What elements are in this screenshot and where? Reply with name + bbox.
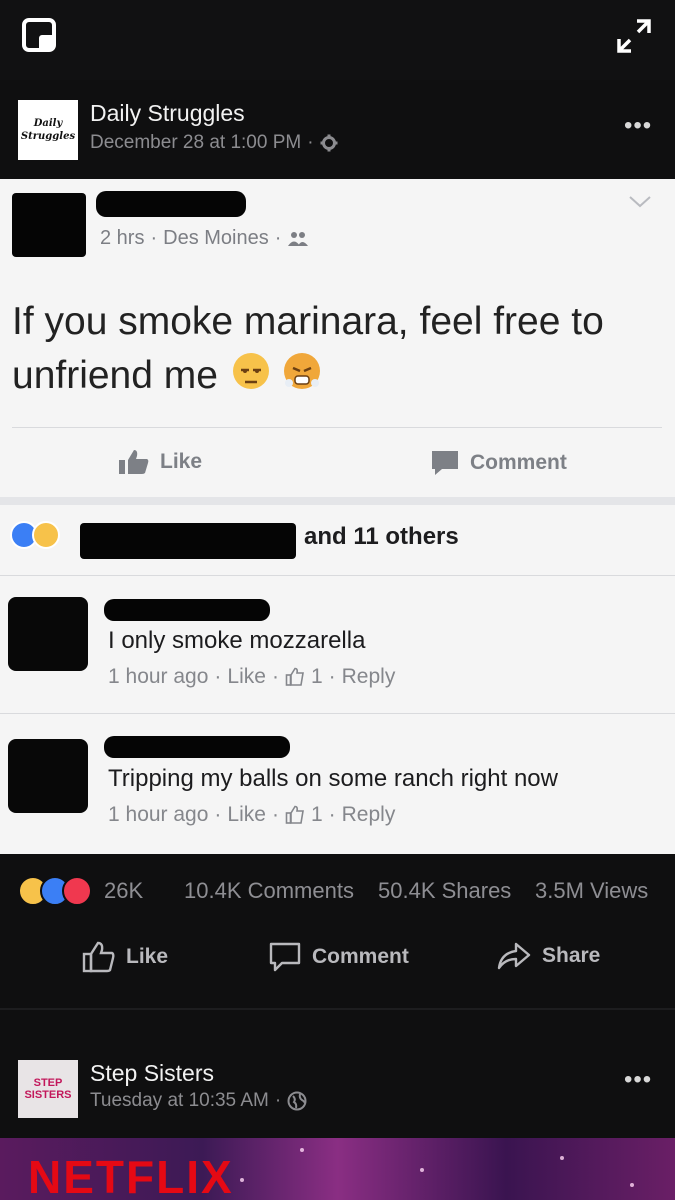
comment-reply-link: Reply <box>341 665 396 688</box>
unamused-emoji-icon <box>232 353 269 389</box>
inner-comment-button: Comment <box>430 449 567 477</box>
page-name[interactable]: Daily Struggles <box>90 100 245 127</box>
video-thumbnail[interactable]: NETFLIX <box>0 1138 675 1200</box>
divider <box>0 713 675 714</box>
reactions-others: and 11 others <box>304 523 459 550</box>
engagement-stats: 26K 10.4K Comments 50.4K Shares 3.5M Vie… <box>0 862 675 920</box>
page-name[interactable]: Step Sisters <box>90 1060 214 1087</box>
like-label: Like <box>126 945 169 968</box>
view-count: 3.5M Views <box>535 878 649 903</box>
meta-dot: · <box>150 227 158 249</box>
thumbs-up-icon <box>285 805 304 824</box>
inner-like-label: Like <box>160 450 203 473</box>
thumbs-up-icon <box>119 450 149 474</box>
like-button[interactable]: Like <box>82 941 168 973</box>
redacted-avatar <box>12 193 86 257</box>
comment-like-count: 1 <box>310 803 323 826</box>
comment-text: I only smoke mozzarella <box>108 627 366 654</box>
thumbs-up-icon <box>82 941 115 973</box>
comment-reply-link: Reply <box>341 803 396 826</box>
meta-dot: · <box>274 227 282 249</box>
avatar[interactable]: Daily Struggles <box>18 100 78 160</box>
comment-like-count: 1 <box>310 665 323 688</box>
window-icon[interactable] <box>22 18 56 52</box>
comment-like-link: Like <box>227 803 266 826</box>
status-text: If you smoke marinara, feel free to unfr… <box>12 295 662 403</box>
redacted-commenter-avatar <box>8 739 88 813</box>
redacted-commenter-name <box>104 599 270 621</box>
comment-icon <box>269 942 301 972</box>
avatar[interactable]: STEP SISTERS <box>18 1060 78 1118</box>
meta-dot: · <box>307 132 314 153</box>
steam-face-emoji-icon <box>283 353 320 389</box>
comment-count[interactable]: 10.4K Comments <box>184 878 354 904</box>
avatar-text-line2: Struggles <box>20 131 76 142</box>
sparkle <box>560 1156 564 1160</box>
gear-icon <box>320 134 338 152</box>
share-button[interactable]: Share <box>496 941 600 971</box>
divider <box>0 575 675 576</box>
avatar-text-line1: Daily <box>33 118 63 129</box>
love-reaction-icon <box>62 876 92 906</box>
thumbs-up-icon <box>285 667 304 686</box>
comment-time: 1 hour ago <box>108 803 209 826</box>
comment-icon <box>432 451 458 475</box>
post-header: Daily Struggles Daily Struggles December… <box>0 88 675 178</box>
comment-meta: 1 hour ago · Like · 1 · Reply <box>108 803 395 827</box>
post-actions: Like Comment Share <box>0 925 675 989</box>
reactions-row <box>10 521 60 549</box>
post-meta: December 28 at 1:00 PM · <box>90 132 338 154</box>
share-icon <box>497 942 531 970</box>
post-date[interactable]: December 28 at 1:00 PM <box>90 132 301 154</box>
section-band <box>0 497 675 505</box>
globe-icon <box>287 1091 307 1111</box>
sparkle <box>240 1178 244 1182</box>
post-header: STEP SISTERS Step Sisters Tuesday at 10:… <box>0 1048 675 1138</box>
comment-meta: 1 hour ago · Like · 1 · Reply <box>108 665 395 689</box>
redacted-name <box>96 191 246 217</box>
sparkle <box>300 1148 304 1152</box>
post-separator <box>0 1008 675 1010</box>
avatar-text-line1: STEP <box>33 1077 63 1089</box>
meta-dot: · <box>271 803 279 826</box>
comment-like-link: Like <box>227 665 266 688</box>
inner-place: Des Moines <box>163 227 269 249</box>
inner-comment-label: Comment <box>470 451 567 474</box>
comment-label: Comment <box>312 945 409 968</box>
expand-icon[interactable] <box>616 18 652 54</box>
meta-dot: · <box>214 803 222 826</box>
inner-time: 2 hrs <box>100 227 145 249</box>
top-bar <box>0 0 675 80</box>
avatar-text-line2: SISTERS <box>24 1089 72 1101</box>
reaction-summary[interactable] <box>18 876 92 906</box>
redacted-commenter-avatar <box>8 597 88 671</box>
meta-dot: · <box>328 803 336 826</box>
comment-text: Tripping my balls on some ranch right no… <box>108 765 558 792</box>
inner-post-meta: 2 hrs · Des Moines · <box>100 227 309 250</box>
inner-like-button: Like <box>118 449 202 475</box>
redacted-names <box>80 523 296 559</box>
sparkle <box>420 1168 424 1172</box>
share-label: Share <box>542 944 601 967</box>
meta-dot: · <box>328 665 336 688</box>
comment-time: 1 hour ago <box>108 665 209 688</box>
friends-icon <box>288 231 309 246</box>
haha-reaction-icon <box>32 521 60 549</box>
share-count[interactable]: 50.4K Shares <box>378 878 511 904</box>
reaction-count[interactable]: 26K <box>104 878 143 904</box>
chevron-down-icon[interactable] <box>628 195 652 209</box>
more-icon[interactable]: ••• <box>624 1066 652 1094</box>
post-meta: Tuesday at 10:35 AM · <box>90 1090 307 1112</box>
shared-screenshot: 2 hrs · Des Moines · If you smoke marina… <box>0 179 675 854</box>
meta-dot: · <box>271 665 279 688</box>
netflix-logo: NETFLIX <box>28 1151 234 1200</box>
comment-button[interactable]: Comment <box>268 941 409 973</box>
more-icon[interactable]: ••• <box>624 112 652 140</box>
sparkle <box>630 1183 634 1187</box>
meta-dot: · <box>274 1090 282 1111</box>
redacted-commenter-name <box>104 736 290 758</box>
divider <box>12 427 662 428</box>
post-date[interactable]: Tuesday at 10:35 AM <box>90 1090 269 1112</box>
meta-dot: · <box>214 665 222 688</box>
